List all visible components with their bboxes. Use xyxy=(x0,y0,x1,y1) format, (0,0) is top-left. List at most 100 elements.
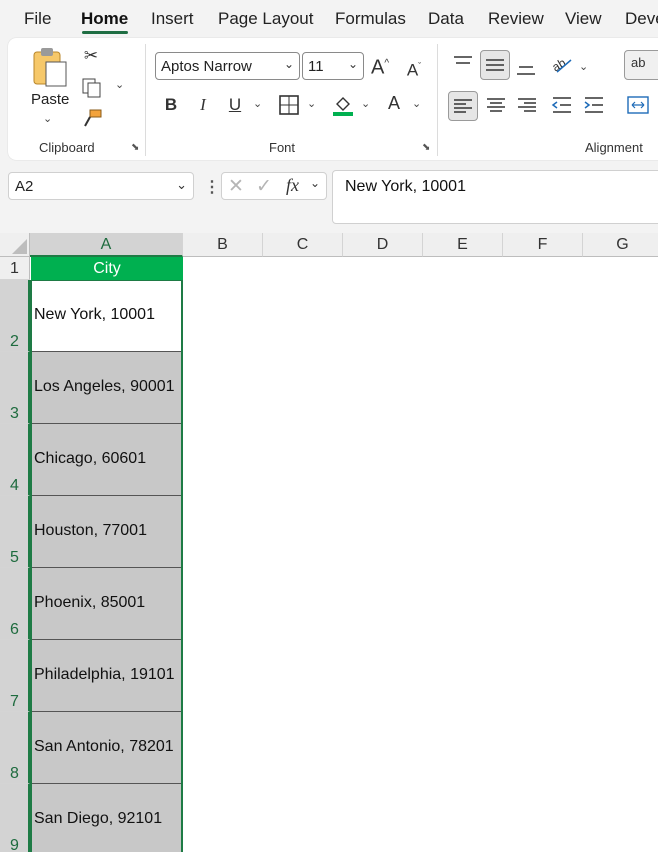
selection-top-edge xyxy=(31,280,182,281)
font-group-label: Font xyxy=(269,140,296,155)
cell-a6[interactable]: Phoenix, 85001 xyxy=(31,568,182,640)
row-header-4[interactable]: 4 xyxy=(0,424,30,496)
decrease-indent-icon[interactable] xyxy=(550,93,574,117)
tab-data[interactable]: Data xyxy=(428,9,464,29)
more-options-icon[interactable]: ⋮ xyxy=(204,177,220,197)
cell-a3[interactable]: Los Angeles, 90001 xyxy=(31,352,182,424)
fill-color-icon[interactable] xyxy=(332,94,354,118)
copy-dropdown-chevron-icon[interactable]: ⌄ xyxy=(115,78,124,91)
format-painter-icon[interactable] xyxy=(81,108,103,130)
bold-icon[interactable]: B xyxy=(160,93,182,117)
tab-review[interactable]: Review xyxy=(488,9,544,29)
paste-button-label[interactable]: Paste xyxy=(31,91,69,108)
borders-icon[interactable] xyxy=(279,95,299,115)
row-number: 3 xyxy=(10,405,19,422)
cancel-entry-icon[interactable]: ✕ xyxy=(228,175,244,198)
cut-icon[interactable]: ✂ xyxy=(80,44,102,68)
column-header-a[interactable]: A xyxy=(30,233,183,257)
clipboard-launcher-icon[interactable]: ⬊ xyxy=(131,143,141,153)
orientation-chevron-icon[interactable]: ⌄ xyxy=(579,60,588,73)
font-name-combo[interactable]: Aptos Narrow ⌄ xyxy=(155,52,300,80)
increase-font-size-icon[interactable]: A^ xyxy=(368,52,392,80)
active-tab-indicator xyxy=(82,31,128,34)
copy-icon[interactable] xyxy=(81,77,103,99)
tab-view[interactable]: View xyxy=(565,9,602,29)
align-left-icon[interactable] xyxy=(448,91,478,121)
name-box[interactable]: A2 ⌄ xyxy=(8,172,194,200)
italic-icon[interactable]: I xyxy=(192,93,214,117)
cell-value: San Antonio, 78201 xyxy=(34,738,174,755)
column-header-b[interactable]: B xyxy=(183,233,263,257)
row-header-6[interactable]: 6 xyxy=(0,568,30,640)
font-color-chevron-icon[interactable]: ⌄ xyxy=(412,97,421,110)
font-size-value: 11 xyxy=(308,58,324,75)
tab-developer[interactable]: Deve xyxy=(625,9,658,29)
row-number: 8 xyxy=(10,765,19,782)
formula-content: New York, 10001 xyxy=(345,178,466,195)
column-header-f[interactable]: F xyxy=(503,233,583,257)
row-header-3[interactable]: 3 xyxy=(0,352,30,424)
font-launcher-icon[interactable]: ⬊ xyxy=(422,143,432,153)
column-header-e[interactable]: E xyxy=(423,233,503,257)
tab-formulas[interactable]: Formulas xyxy=(335,9,406,29)
column-header-g[interactable]: G xyxy=(583,233,658,257)
confirm-entry-icon[interactable]: ✓ xyxy=(256,175,272,198)
align-right-icon[interactable] xyxy=(515,93,539,117)
orientation-icon[interactable]: ab xyxy=(550,54,575,76)
font-color-icon[interactable]: A xyxy=(385,92,405,118)
row-number: 7 xyxy=(10,693,19,710)
tab-file[interactable]: File xyxy=(24,9,51,29)
cell-a9[interactable]: San Diego, 92101 xyxy=(31,784,182,852)
cell-a5[interactable]: Houston, 77001 xyxy=(31,496,182,568)
select-all-corner[interactable] xyxy=(0,233,30,257)
formula-input[interactable]: New York, 10001 xyxy=(332,170,658,224)
ribbon-separator xyxy=(145,44,146,156)
column-header-d[interactable]: D xyxy=(343,233,423,257)
paste-dropdown-chevron-icon[interactable]: ⌄ xyxy=(43,112,52,125)
row-number: 9 xyxy=(10,837,19,852)
row-header-8[interactable]: 8 xyxy=(0,712,30,784)
column-header-c[interactable]: C xyxy=(263,233,343,257)
cell-value: Chicago, 60601 xyxy=(34,450,147,467)
bottom-align-icon[interactable] xyxy=(515,56,537,78)
row-header-7[interactable]: 7 xyxy=(0,640,30,712)
row-number: 2 xyxy=(10,333,19,350)
decrease-font-size-icon[interactable]: Aˇ xyxy=(402,54,426,83)
chevron-down-icon[interactable]: ⌄ xyxy=(176,177,187,193)
middle-align-icon[interactable] xyxy=(480,50,510,80)
chevron-down-icon: ⌄ xyxy=(347,57,358,71)
align-center-icon[interactable] xyxy=(484,93,508,117)
tab-insert[interactable]: Insert xyxy=(151,9,194,29)
formula-buttons: ✕ ✓ fx ⌄ xyxy=(221,172,327,200)
font-size-combo[interactable]: 11 ⌄ xyxy=(302,52,364,80)
increase-indent-icon[interactable] xyxy=(582,93,606,117)
borders-chevron-icon[interactable]: ⌄ xyxy=(307,97,316,110)
underline-chevron-icon[interactable]: ⌄ xyxy=(253,97,262,110)
row-header-2[interactable]: 2 xyxy=(0,280,30,352)
cell-a8[interactable]: San Antonio, 78201 xyxy=(31,712,182,784)
top-align-icon[interactable] xyxy=(452,54,474,74)
chevron-down-icon[interactable]: ⌄ xyxy=(310,176,320,190)
tab-home[interactable]: Home xyxy=(81,9,128,29)
cell-a7[interactable]: Philadelphia, 19101 xyxy=(31,640,182,712)
row-number: 6 xyxy=(10,621,19,638)
ribbon-separator xyxy=(437,44,438,156)
cell-a4[interactable]: Chicago, 60601 xyxy=(31,424,182,496)
cell-a1-header[interactable]: City xyxy=(31,257,183,280)
row-number: 1 xyxy=(10,260,19,277)
cell-a2-active[interactable]: New York, 10001 xyxy=(31,280,182,352)
wrap-text-button[interactable]: ab xyxy=(624,50,658,80)
cell-value: San Diego, 92101 xyxy=(34,810,163,827)
merge-center-icon[interactable] xyxy=(627,95,649,115)
cell-value: New York, 10001 xyxy=(34,306,155,323)
underline-icon[interactable]: U xyxy=(224,93,246,117)
insert-function-icon[interactable]: fx xyxy=(286,175,299,196)
tab-page-layout[interactable]: Page Layout xyxy=(218,9,313,29)
paste-icon[interactable] xyxy=(30,46,70,90)
row-header-1[interactable]: 1 xyxy=(0,257,30,280)
row-header-9[interactable]: 9 xyxy=(0,784,30,852)
row-header-5[interactable]: 5 xyxy=(0,496,30,568)
fill-color-chevron-icon[interactable]: ⌄ xyxy=(361,97,370,110)
wrap-text-icon: ab xyxy=(631,55,646,70)
spreadsheet-grid[interactable]: A B C D E F G 1 2 3 4 5 6 7 8 9 City New… xyxy=(0,233,658,852)
